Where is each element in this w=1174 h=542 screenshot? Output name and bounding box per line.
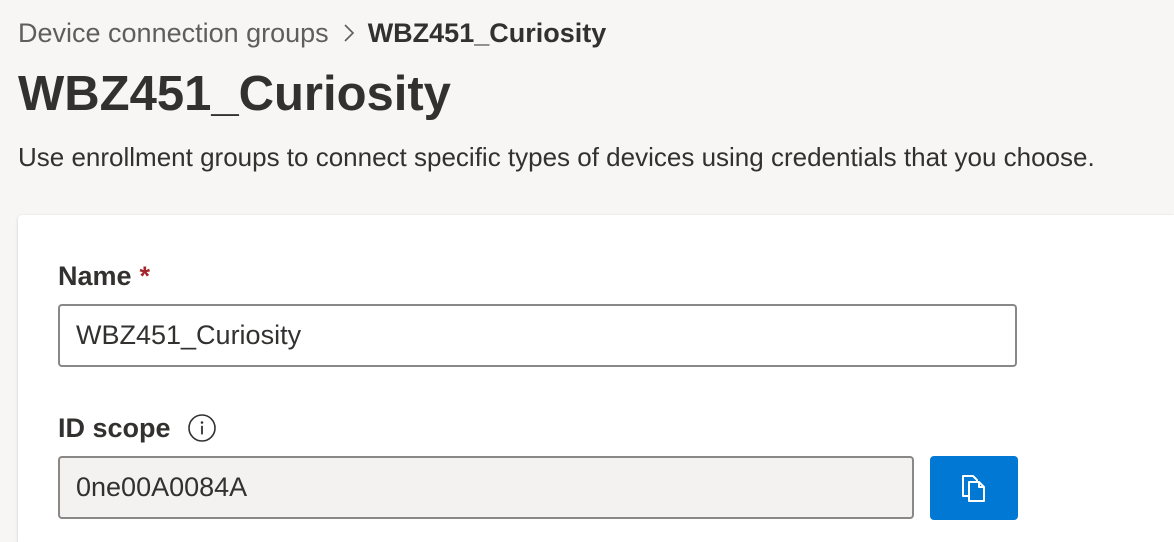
page-title: WBZ451_Curiosity	[18, 67, 451, 121]
name-field-label: Name *	[58, 259, 150, 293]
enrollment-group-card: Name * ID scope	[18, 215, 1174, 542]
page-description: Use enrollment groups to connect specifi…	[18, 142, 1095, 172]
breadcrumb: Device connection groups WBZ451_Curiosit…	[18, 16, 606, 50]
copy-id-scope-button[interactable]	[930, 456, 1018, 520]
enrollment-group-page: Device connection groups WBZ451_Curiosit…	[0, 0, 1174, 542]
id-scope-input[interactable]	[58, 456, 914, 519]
name-input[interactable]	[58, 304, 1017, 367]
breadcrumb-current: WBZ451_Curiosity	[367, 18, 607, 48]
required-indicator: *	[139, 261, 151, 291]
breadcrumb-link-device-connection-groups[interactable]: Device connection groups	[18, 16, 329, 50]
id-scope-label-text: ID scope	[58, 413, 171, 443]
copy-icon	[962, 475, 985, 502]
chevron-right-icon	[344, 24, 354, 42]
name-label-text: Name	[58, 261, 132, 291]
info-icon[interactable]	[187, 413, 217, 443]
id-scope-field-label: ID scope	[58, 411, 217, 445]
